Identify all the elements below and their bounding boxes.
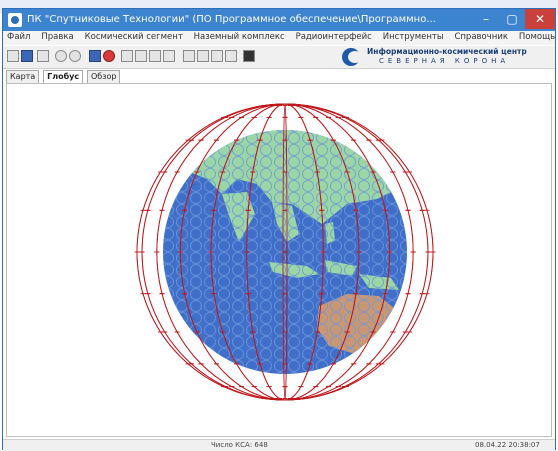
settings-icon[interactable]	[55, 50, 67, 62]
close-button[interactable]: ✕	[525, 9, 555, 29]
camera-icon[interactable]	[243, 50, 255, 62]
pause-icon[interactable]	[89, 50, 101, 62]
menu-item-tools[interactable]: Инструменты	[379, 31, 448, 42]
menu-item-radio-interface[interactable]: Радиоинтерфейс	[292, 31, 376, 42]
app-logo-icon	[8, 13, 22, 27]
status-bar: Число КСА: 648 08.04.22 20:38:07	[3, 439, 555, 451]
globe-canvas[interactable]	[7, 84, 551, 436]
maximize-button[interactable]: ▢	[499, 9, 525, 29]
crescent-logo-icon	[342, 48, 362, 66]
menu-item-edit[interactable]: Правка	[37, 31, 77, 42]
view-tabs: Карта Глобус Обзор	[6, 70, 121, 83]
grid-tool-icon[interactable]	[149, 50, 161, 62]
menu-item-ground-complex[interactable]: Наземный комплекс	[190, 31, 289, 42]
stop-icon[interactable]	[103, 50, 115, 62]
globe-view-panel[interactable]	[6, 83, 552, 437]
logo-title: Информационно-космический центр	[367, 47, 527, 56]
open-icon[interactable]	[37, 50, 49, 62]
datetime-status: 08.04.22 20:38:07	[475, 441, 540, 449]
new-file-icon[interactable]	[7, 50, 19, 62]
company-logo: Информационно-космический центр СЕВЕРНАЯ…	[339, 46, 555, 68]
satellite-tool-icon[interactable]	[135, 50, 147, 62]
refresh-icon[interactable]	[69, 50, 81, 62]
map-view-icon[interactable]	[183, 50, 195, 62]
layers-icon[interactable]	[197, 50, 209, 62]
zoom-icon[interactable]	[225, 50, 237, 62]
orbit-tool-icon[interactable]	[121, 50, 133, 62]
menu-item-file[interactable]: Файл	[3, 31, 34, 42]
menu-item-reference[interactable]: Справочник	[450, 31, 512, 42]
minimize-button[interactable]: –	[473, 9, 499, 29]
menu-item-space-segment[interactable]: Космический сегмент	[81, 31, 187, 42]
toolbar: Информационно-космический центр СЕВЕРНАЯ…	[3, 46, 555, 69]
app-window: ПК "Спутниковые Технологии" (ПО Программ…	[2, 8, 556, 451]
tab-map[interactable]: Карта	[6, 70, 40, 83]
title-bar[interactable]: ПК "Спутниковые Технологии" (ПО Программ…	[3, 9, 555, 31]
save-icon[interactable]	[21, 50, 33, 62]
window-title: ПК "Спутниковые Технологии" (ПО Программ…	[27, 14, 436, 25]
menu-item-help[interactable]: Помощь	[515, 31, 558, 42]
chart-icon[interactable]	[211, 50, 223, 62]
menu-bar: Файл Правка Космический сегмент Наземный…	[3, 31, 555, 45]
sum-tool-icon[interactable]	[163, 50, 175, 62]
logo-subtitle: СЕВЕРНАЯ КОРОНА	[379, 57, 510, 65]
satellite-count-status: Число КСА: 648	[211, 441, 268, 449]
tab-overview[interactable]: Обзор	[86, 70, 121, 83]
tab-globe[interactable]: Глобус	[43, 70, 84, 83]
